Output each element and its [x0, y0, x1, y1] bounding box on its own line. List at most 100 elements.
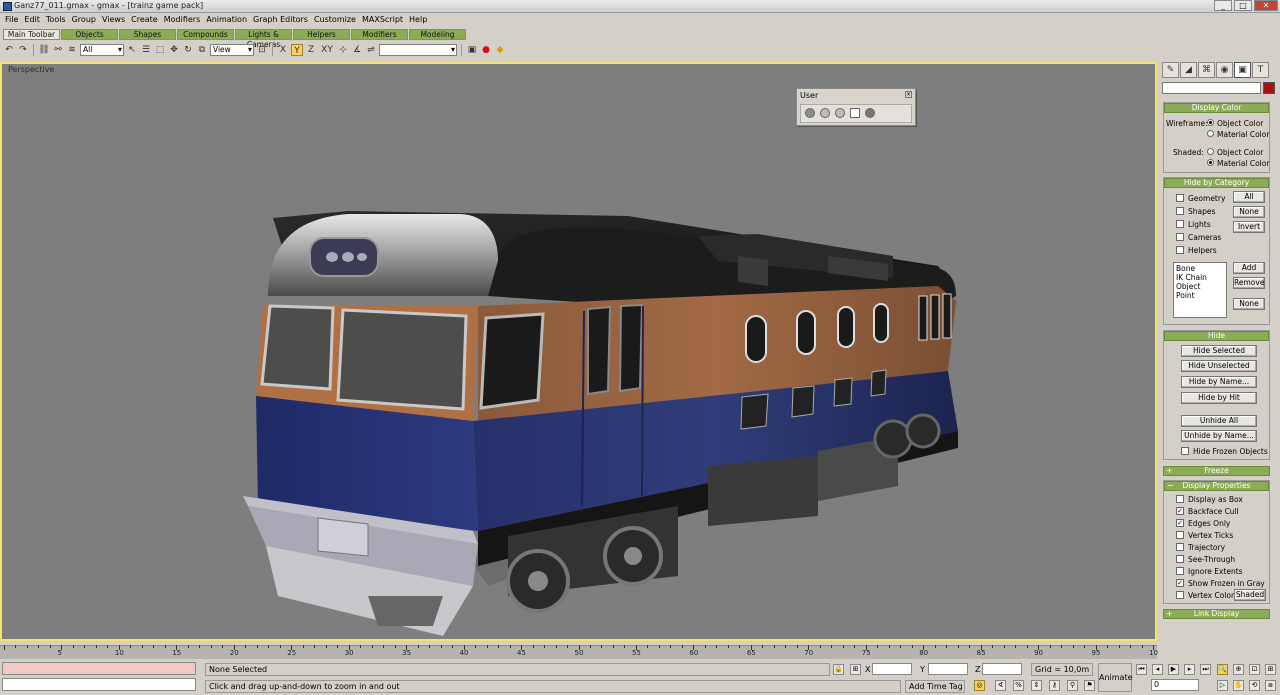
menu-create[interactable]: Create	[130, 14, 163, 28]
locomotive-model[interactable]	[238, 156, 968, 656]
select-object-icon[interactable]: ↖	[126, 44, 138, 56]
snap-icon[interactable]: ⊹	[337, 44, 349, 56]
cylinder-icon[interactable]	[865, 108, 875, 118]
tab-helpers[interactable]: Helpers	[293, 29, 350, 40]
menu-modifiers[interactable]: Modifiers	[163, 14, 206, 28]
play-icon[interactable]: ▶	[1168, 664, 1179, 675]
selection-filter-dropdown[interactable]: All	[80, 43, 124, 56]
menu-tools[interactable]: Tools	[45, 14, 71, 28]
maxscript-listener-mini[interactable]	[2, 662, 196, 675]
pan-icon[interactable]: ✋	[1233, 680, 1244, 691]
category-invert-button[interactable]: Invert	[1233, 221, 1265, 233]
prev-frame-icon[interactable]: ◂	[1152, 664, 1163, 675]
list-item[interactable]: Point	[1176, 291, 1224, 300]
select-scale-icon[interactable]: ⧉	[196, 44, 208, 56]
close-button[interactable]: ✕	[1254, 0, 1278, 11]
tab-shapes[interactable]: Shapes	[119, 29, 176, 40]
animate-button[interactable]: Animate	[1098, 663, 1133, 692]
add-time-tag-button[interactable]: Add Time Tag	[905, 680, 965, 693]
minimize-button[interactable]: _	[1214, 0, 1232, 11]
maxscript-input-field[interactable]	[2, 678, 196, 691]
select-move-icon[interactable]: ✥	[168, 44, 180, 56]
render-icon[interactable]: ●	[480, 44, 492, 56]
unlink-icon[interactable]: ⚯	[52, 44, 64, 56]
menu-graph-editors[interactable]: Graph Editors	[252, 14, 313, 28]
zoom-icon[interactable]: 🔍	[1217, 664, 1228, 675]
modify-panel-tab-icon[interactable]: ◢	[1180, 62, 1197, 78]
tab-modifiers[interactable]: Modifiers	[351, 29, 408, 40]
unhide-by-name-button[interactable]: Unhide by Name...	[1181, 430, 1257, 442]
reference-coordinate-dropdown[interactable]: View	[210, 43, 254, 56]
key-mode-icon[interactable]: ⚲	[1067, 680, 1078, 691]
redo-icon[interactable]: ↷	[17, 44, 29, 56]
shaded-object-color-radio[interactable]	[1207, 148, 1214, 155]
wireframe-object-color-radio[interactable]	[1207, 119, 1214, 126]
restrict-y-button[interactable]: Y	[291, 43, 303, 56]
menu-edit[interactable]: Edit	[23, 14, 45, 28]
goto-start-icon[interactable]: ⏮	[1136, 664, 1147, 675]
display-property-checkbox[interactable]	[1176, 543, 1184, 551]
user-panel-close-icon[interactable]: ×	[905, 91, 912, 98]
select-rotate-icon[interactable]: ↻	[182, 44, 194, 56]
hide-header[interactable]: Hide	[1164, 331, 1269, 341]
list-item[interactable]: Bone	[1176, 264, 1224, 273]
hide-by-hit-button[interactable]: Hide by Hit	[1181, 392, 1257, 404]
category-remove-button[interactable]: Remove	[1233, 277, 1265, 289]
motion-panel-tab-icon[interactable]: ◉	[1216, 62, 1233, 78]
bind-space-warp-icon[interactable]: ≋	[66, 44, 78, 56]
tab-lights-cameras[interactable]: Lights & Cameras	[235, 29, 292, 49]
timeline-ruler[interactable]: 5 10 15 20 25 30 35 40 45 50 55 60 65 70 75 80 85 90 95 100	[0, 645, 1162, 659]
create-panel-tab-icon[interactable]: ✎	[1162, 62, 1179, 78]
menu-maxscript[interactable]: MAXScript	[361, 14, 408, 28]
object-color-swatch[interactable]	[1263, 82, 1275, 94]
display-panel-tab-icon[interactable]: ▣	[1234, 62, 1251, 78]
hide-frozen-objects-checkbox[interactable]	[1181, 447, 1189, 455]
spinner-snap-icon[interactable]: ⇕	[1031, 680, 1042, 691]
link-display-header[interactable]: + Link Display	[1163, 609, 1270, 619]
tab-modeling[interactable]: Modeling	[409, 29, 466, 40]
display-property-checkbox[interactable]	[1176, 567, 1184, 575]
menu-customize[interactable]: Customize	[313, 14, 361, 28]
display-properties-header[interactable]: − Display Properties	[1164, 481, 1269, 491]
set-key-icon[interactable]: ⚑	[1084, 680, 1095, 691]
tab-compounds[interactable]: Compounds	[177, 29, 234, 40]
undo-icon[interactable]: ↶	[3, 44, 15, 56]
tab-main-toolbar[interactable]: Main Toolbar	[3, 29, 60, 40]
hide-unselected-button[interactable]: Hide Unselected	[1181, 360, 1257, 372]
shaded-material-color-radio[interactable]	[1207, 159, 1214, 166]
geometry-checkbox[interactable]	[1176, 194, 1184, 202]
percent-snap-icon[interactable]: %	[1013, 680, 1024, 691]
cameras-checkbox[interactable]	[1176, 233, 1184, 241]
mirror-icon[interactable]: ⇌	[365, 44, 377, 56]
zoom-extents-icon[interactable]: ⊡	[1249, 664, 1260, 675]
display-property-checkbox[interactable]: ✓	[1176, 507, 1184, 515]
y-coord-field[interactable]	[928, 663, 968, 675]
lights-checkbox[interactable]	[1176, 220, 1184, 228]
select-link-icon[interactable]: ⛓	[38, 44, 50, 56]
display-property-checkbox[interactable]	[1176, 591, 1184, 599]
current-frame-field[interactable]: 0	[1151, 679, 1199, 691]
angle-snap-icon[interactable]: ∡	[351, 44, 363, 56]
menu-animation[interactable]: Animation	[205, 14, 252, 28]
snaps-toggle-icon[interactable]: ◎	[974, 680, 985, 691]
maximize-viewport-icon[interactable]: ⧈	[1265, 680, 1276, 691]
display-property-checkbox[interactable]	[1176, 555, 1184, 563]
category-add-button[interactable]: Add	[1233, 262, 1265, 274]
zoom-all-icon[interactable]: ⊕	[1233, 664, 1244, 675]
named-selection-dropdown[interactable]	[379, 43, 457, 56]
torus-icon[interactable]	[835, 108, 845, 118]
field-of-view-icon[interactable]: ▷	[1217, 680, 1228, 691]
viewport-label[interactable]: Perspective	[8, 65, 54, 74]
hide-by-name-button[interactable]: Hide by Name...	[1181, 376, 1257, 388]
angle-snap-toggle-icon[interactable]: ∢	[995, 680, 1006, 691]
quick-render-icon[interactable]: ◆	[494, 44, 506, 56]
sphere-icon[interactable]	[805, 108, 815, 118]
restrict-z-button[interactable]: Z	[305, 44, 317, 56]
display-property-checkbox[interactable]	[1176, 495, 1184, 503]
lock-selection-icon[interactable]: 🔒	[833, 664, 844, 675]
cone-icon[interactable]	[820, 108, 830, 118]
shapes-checkbox[interactable]	[1176, 207, 1184, 215]
region-select-icon[interactable]: ⬚	[154, 44, 166, 56]
restrict-xy-button[interactable]: XY	[319, 44, 335, 56]
arc-rotate-icon[interactable]: ⟲	[1249, 680, 1260, 691]
